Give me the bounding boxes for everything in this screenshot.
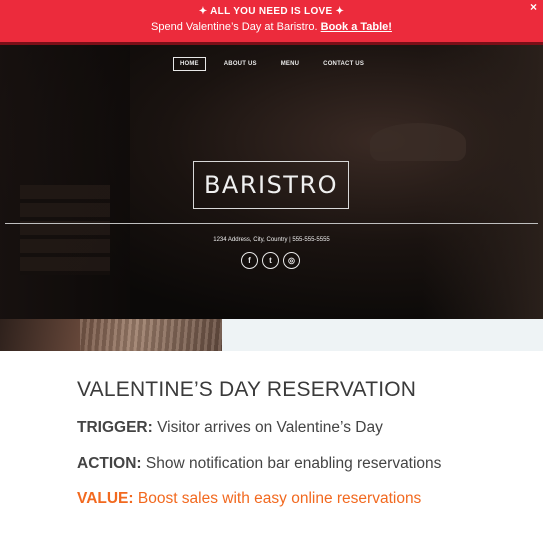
photo-beam bbox=[80, 319, 222, 351]
trigger-row: TRIGGER: Visitor arrives on Valentine’s … bbox=[77, 419, 383, 437]
notification-headline: ✦ ALL YOU NEED IS LOVE ✦ bbox=[198, 6, 345, 17]
hero-bg-shelf bbox=[20, 185, 110, 275]
nav-item-menu[interactable]: MENU bbox=[275, 58, 305, 70]
facebook-icon[interactable]: f bbox=[241, 252, 258, 269]
interior-photo-strip bbox=[0, 319, 222, 351]
nav-item-home[interactable]: HOME bbox=[172, 57, 206, 71]
close-icon[interactable]: × bbox=[530, 0, 537, 14]
action-row: ACTION: Show notification bar enabling r… bbox=[77, 455, 441, 473]
value-row: VALUE: Boost sales with easy online rese… bbox=[77, 490, 421, 508]
value-label: VALUE: bbox=[77, 490, 134, 507]
hero-bg-lamp bbox=[370, 123, 466, 161]
hero-divider bbox=[5, 223, 538, 224]
nav-item-contact-us[interactable]: CONTACT US bbox=[317, 58, 370, 70]
notification-message-row: Spend Valentine’s Day at Baristro. Book … bbox=[0, 21, 543, 33]
twitter-icon[interactable]: t bbox=[262, 252, 279, 269]
site-logo[interactable]: BARISTRO bbox=[193, 161, 349, 209]
hero-section: HOME ABOUT US MENU CONTACT US BARISTRO 1… bbox=[0, 45, 543, 319]
action-text: Show notification bar enabling reservati… bbox=[145, 455, 442, 472]
nav-item-about-us[interactable]: ABOUT US bbox=[218, 58, 263, 70]
action-label: ACTION: bbox=[77, 455, 142, 472]
social-links: f t ◎ bbox=[241, 252, 304, 269]
main-nav: HOME ABOUT US MENU CONTACT US bbox=[0, 57, 543, 71]
book-table-link[interactable]: Book a Table! bbox=[321, 21, 392, 33]
hero-bg-right bbox=[423, 45, 543, 319]
trigger-text: Visitor arrives on Valentine’s Day bbox=[157, 419, 383, 436]
address-line: 1234 Address, City, Country | 555-555-55… bbox=[213, 237, 330, 243]
page-title: VALENTINE’S DAY RESERVATION bbox=[77, 378, 417, 401]
notification-bar: ✦ ALL YOU NEED IS LOVE ✦ Spend Valentine… bbox=[0, 0, 543, 42]
instagram-icon[interactable]: ◎ bbox=[283, 252, 300, 269]
value-text: Boost sales with easy online reservation… bbox=[137, 490, 422, 507]
hero-bg-left bbox=[0, 45, 130, 319]
light-panel bbox=[222, 319, 543, 351]
trigger-label: TRIGGER: bbox=[77, 419, 153, 436]
notification-message: Spend Valentine’s Day at Baristro. bbox=[151, 21, 318, 33]
